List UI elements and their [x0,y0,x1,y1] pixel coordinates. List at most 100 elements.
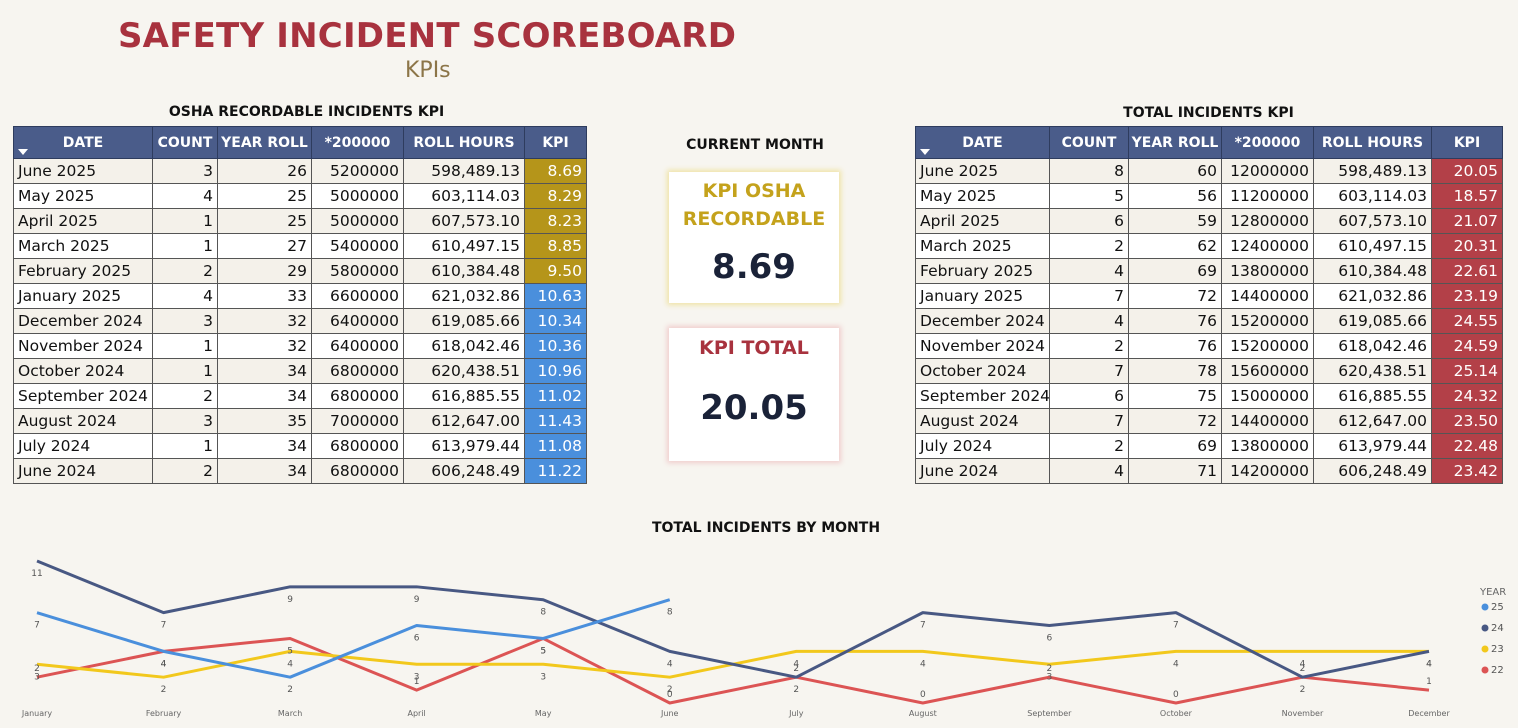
table-row[interactable]: November 2024 1 32 6400000 618,042.46 10.36 [13,333,587,359]
data-label: 2 [34,664,40,674]
count-cell: 7 [1049,283,1129,309]
table-row[interactable]: July 2024 1 34 6800000 613,979.44 11.08 [13,433,587,459]
kpi-osha-card-title: KPI OSHA RECORDABLE [682,180,826,230]
column-header-roll-hours[interactable]: ROLL HOURS [1313,126,1432,159]
table-row[interactable]: March 2025 1 27 5400000 610,497.15 8.85 [13,233,587,259]
table-row[interactable]: November 2024 2 76 15200000 618,042.46 24.59 [915,333,1503,359]
multiplier-cell: 12400000 [1221,233,1314,259]
date-cell: June 2024 [13,458,153,484]
kpi-cell: 25.14 [1431,358,1503,384]
roll-hours-cell: 616,885.55 [403,383,525,409]
x-tick-label: January [21,709,53,718]
table-row[interactable]: February 2025 4 69 13800000 610,384.48 22.61 [915,258,1503,284]
table-row[interactable]: April 2025 1 25 5000000 607,573.10 8.23 [13,208,587,234]
year-roll-cell: 69 [1128,433,1222,459]
total-kpi-table: DATE COUNT YEAR ROLL *200000 ROLL HOURS … [915,126,1503,484]
count-cell: 2 [152,458,218,484]
roll-hours-cell: 621,032.86 [1313,283,1432,309]
table-row[interactable]: September 2024 2 34 6800000 616,885.55 11.02 [13,383,587,409]
legend-marker-25 [1481,603,1489,611]
kpi-cell: 10.96 [524,358,587,384]
column-header-kpi[interactable]: KPI [524,126,587,159]
multiplier-cell: 7000000 [311,408,404,434]
kpi-cell: 10.34 [524,308,587,334]
page-title: SAFETY INCIDENT SCOREBOARD [118,16,737,56]
table-row[interactable]: July 2024 2 69 13800000 613,979.44 22.48 [915,433,1503,459]
year-roll-cell: 34 [217,358,312,384]
table-row[interactable]: December 2024 4 76 15200000 619,085.66 24.55 [915,308,1503,334]
table-header-row: DATE COUNT YEAR ROLL *200000 ROLL HOURS … [915,126,1503,159]
year-roll-cell: 33 [217,283,312,309]
table-row[interactable]: February 2025 2 29 5800000 610,384.48 9.50 [13,258,587,284]
table-row[interactable]: April 2025 6 59 12800000 607,573.10 21.07 [915,208,1503,234]
data-label: 4 [287,659,293,669]
kpi-cell: 9.50 [524,258,587,284]
sort-desc-icon[interactable] [18,149,28,155]
column-header-count[interactable]: COUNT [1049,126,1129,159]
data-label: 8 [667,608,673,618]
table-row[interactable]: August 2024 3 35 7000000 612,647.00 11.43 [13,408,587,434]
count-cell: 7 [1049,358,1129,384]
year-roll-cell: 34 [217,433,312,459]
table-row[interactable]: June 2025 8 60 12000000 598,489.13 20.05 [915,158,1503,184]
table-row[interactable]: June 2025 3 26 5200000 598,489.13 8.69 [13,158,587,184]
table-row[interactable]: January 2025 4 33 6600000 621,032.86 10.63 [13,283,587,309]
date-cell: June 2025 [13,158,153,184]
multiplier-cell: 5400000 [311,233,404,259]
roll-hours-cell: 610,384.48 [1313,258,1432,284]
count-cell: 2 [152,383,218,409]
table-row[interactable]: October 2024 1 34 6800000 620,438.51 10.96 [13,358,587,384]
table-row[interactable]: January 2025 7 72 14400000 621,032.86 23.19 [915,283,1503,309]
roll-hours-cell: 613,979.44 [1313,433,1432,459]
legend-marker-24 [1481,624,1489,632]
year-roll-cell: 72 [1128,283,1222,309]
column-header-kpi[interactable]: KPI [1431,126,1503,159]
legend-label: 22 [1491,665,1504,676]
column-header-date[interactable]: DATE [13,126,153,159]
data-label: 0 [667,690,673,700]
table-row[interactable]: June 2024 2 34 6800000 606,248.49 11.22 [13,458,587,484]
kpi-cell: 22.61 [1431,258,1503,284]
table-row[interactable]: May 2025 5 56 11200000 603,114.03 18.57 [915,183,1503,209]
column-header-year-roll[interactable]: YEAR ROLL [1128,126,1222,159]
date-cell: November 2024 [13,333,153,359]
date-cell: September 2024 [13,383,153,409]
count-cell: 7 [1049,408,1129,434]
kpi-cell: 23.50 [1431,408,1503,434]
legend-title: YEAR [1479,587,1506,598]
column-header-roll-hours[interactable]: ROLL HOURS [403,126,525,159]
x-tick-label: March [278,709,302,718]
date-cell: June 2024 [915,458,1050,484]
column-header-year-roll[interactable]: YEAR ROLL [217,126,312,159]
roll-hours-cell: 606,248.49 [403,458,525,484]
table-row[interactable]: June 2024 4 71 14200000 606,248.49 23.42 [915,458,1503,484]
year-roll-cell: 76 [1128,333,1222,359]
kpi-cell: 8.23 [524,208,587,234]
table-row[interactable]: August 2024 7 72 14400000 612,647.00 23.50 [915,408,1503,434]
column-header-multiplier[interactable]: *200000 [1221,126,1314,159]
data-label: 1 [1426,677,1432,687]
roll-hours-cell: 603,114.03 [403,183,525,209]
date-cell: December 2024 [13,308,153,334]
table-row[interactable]: September 2024 6 75 15000000 616,885.55 24.32 [915,383,1503,409]
data-label: 0 [920,690,926,700]
column-header-multiplier[interactable]: *200000 [311,126,404,159]
table-row[interactable]: October 2024 7 78 15600000 620,438.51 25.14 [915,358,1503,384]
multiplier-cell: 6800000 [311,383,404,409]
table-row[interactable]: May 2025 4 25 5000000 603,114.03 8.29 [13,183,587,209]
data-label: 2 [793,685,799,695]
multiplier-cell: 13800000 [1221,258,1314,284]
table-row[interactable]: March 2025 2 62 12400000 610,497.15 20.31 [915,233,1503,259]
multiplier-cell: 15000000 [1221,383,1314,409]
column-header-date[interactable]: DATE [915,126,1050,159]
kpi-cell: 24.55 [1431,308,1503,334]
column-header-count[interactable]: COUNT [152,126,218,159]
table-row[interactable]: December 2024 3 32 6400000 619,085.66 10.34 [13,308,587,334]
year-roll-cell: 60 [1128,158,1222,184]
x-tick-label: August [909,709,937,718]
kpi-cell: 8.85 [524,233,587,259]
kpi-total-card: KPI TOTAL 20.05 [669,328,839,461]
kpi-cell: 11.43 [524,408,587,434]
roll-hours-cell: 616,885.55 [1313,383,1432,409]
sort-desc-icon[interactable] [920,149,930,155]
